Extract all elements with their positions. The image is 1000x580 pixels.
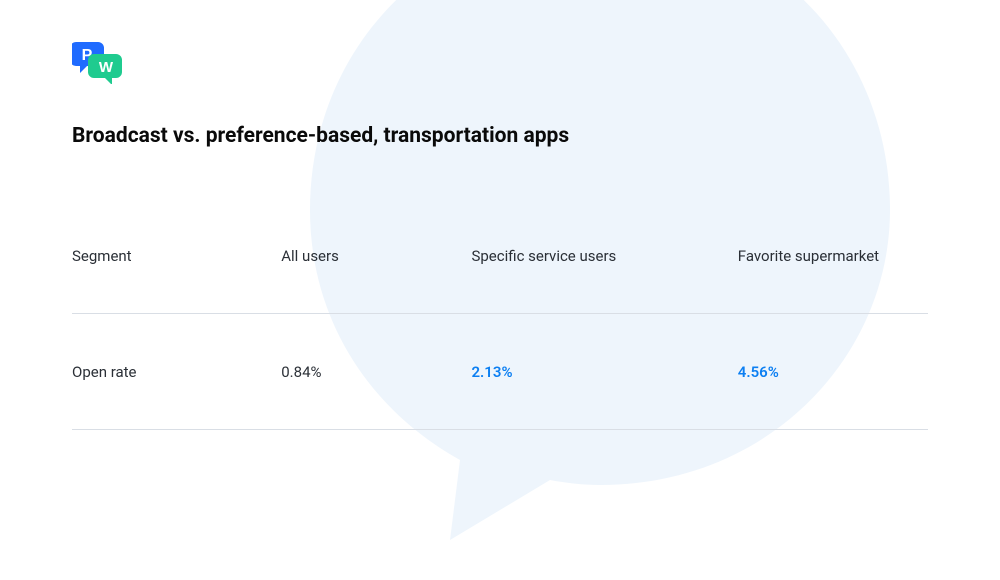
value-all-users: 0.84% bbox=[281, 363, 471, 381]
table-header-row: Segment All users Specific service users… bbox=[72, 198, 928, 314]
open-rate-label: Open rate bbox=[72, 363, 281, 381]
svg-text:W: W bbox=[99, 59, 114, 76]
brand-logo: P W bbox=[72, 40, 928, 88]
table-data-row: Open rate 0.84% 2.13% 4.56% bbox=[72, 314, 928, 430]
comparison-table: Segment All users Specific service users… bbox=[72, 198, 928, 430]
page-title: Broadcast vs. preference-based, transpor… bbox=[72, 124, 928, 148]
col-header-favorite-supermarket: Favorite supermarket bbox=[738, 247, 928, 265]
value-specific-service: 2.13% bbox=[471, 363, 737, 381]
value-favorite-supermarket: 4.56% bbox=[738, 363, 928, 381]
col-header-specific-service: Specific service users bbox=[471, 247, 737, 265]
segment-header: Segment bbox=[72, 247, 281, 265]
col-header-all-users: All users bbox=[281, 247, 471, 265]
